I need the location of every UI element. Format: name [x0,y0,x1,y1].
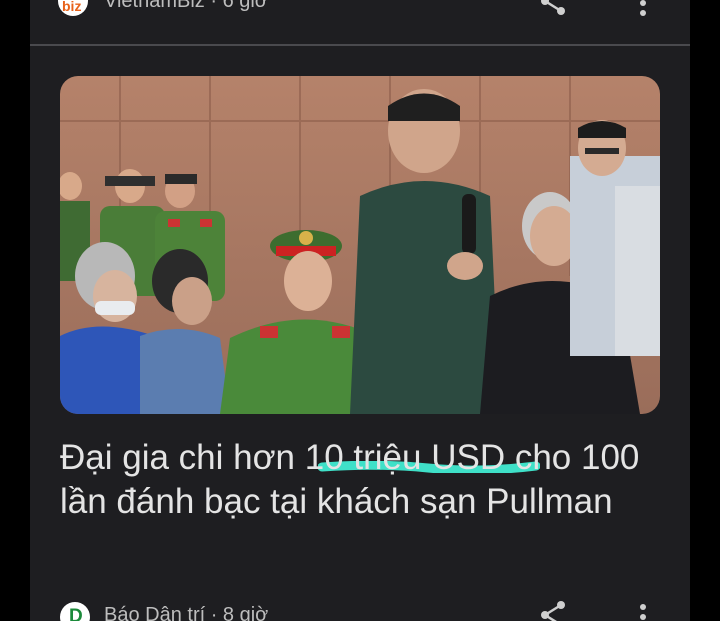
next-card-source-row[interactable]: D Báo Dân trí · 8 giờ [30,592,690,621]
share-icon[interactable] [538,0,568,16]
source-name-time: Báo Dân trí · 8 giờ [104,604,269,621]
vietnambiz-logo-text: biz [62,0,82,14]
card-divider [30,44,690,46]
dantri-logo: D [60,602,90,621]
vietnambiz-logo: biz [58,0,88,16]
more-vert-icon[interactable] [638,0,648,18]
article-headline[interactable]: Đại gia chi hơn 10 triệu USD cho 100 lần… [60,436,660,524]
previous-card-source-row[interactable]: biz VietnamBiz · 6 giờ [30,0,690,44]
news-feed-card-container: biz VietnamBiz · 6 giờ Đại gia chi hơn 1… [30,0,690,621]
source-name-time: VietnamBiz · 6 giờ [104,0,268,12]
dantri-logo-text: D [69,606,83,621]
article-thumbnail-image[interactable] [60,76,660,414]
share-icon[interactable] [538,600,568,621]
more-vert-icon[interactable] [638,602,648,621]
